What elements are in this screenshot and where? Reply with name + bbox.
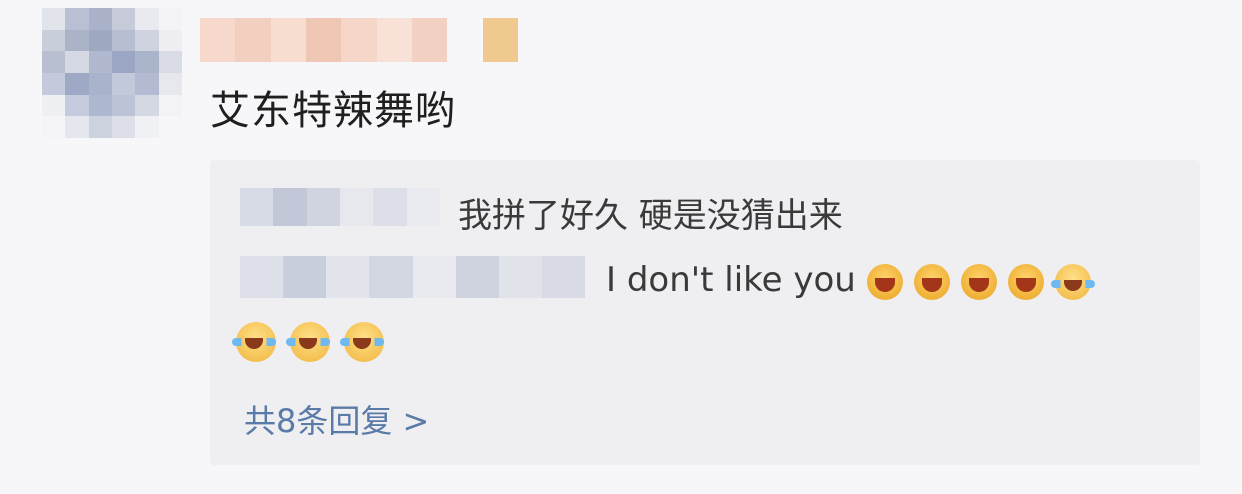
reply-text-2-content: I don't like you (606, 260, 856, 300)
reply-text-1: 我拼了好久 硬是没猜出来 (458, 196, 843, 236)
tears-of-joy-emoji-icon (340, 322, 384, 362)
tears-of-joy-emoji-icon (1050, 263, 1095, 300)
comment-text: 艾东特辣舞哟 (210, 88, 456, 134)
tears-of-joy-emoji-icon (286, 322, 330, 362)
tears-of-joy-emoji-icon (232, 322, 276, 362)
avatar[interactable] (42, 8, 182, 138)
view-more-replies-link[interactable]: 共8条回复 > (244, 396, 429, 442)
laugh-emoji-icon (913, 263, 950, 300)
reply-username-1[interactable] (240, 188, 440, 226)
reply-thread: 我拼了好久 硬是没猜出来 I don't like you 共8条回复 > (210, 160, 1200, 465)
commenter-username[interactable] (200, 18, 518, 62)
reply-username-2[interactable] (240, 256, 585, 298)
reply-text-2: I don't like you (606, 260, 1095, 300)
reply-emoji-line (232, 322, 384, 362)
laugh-emoji-icon (1007, 263, 1044, 300)
laugh-emoji-icon (960, 263, 997, 300)
laugh-emoji-icon (866, 263, 903, 300)
